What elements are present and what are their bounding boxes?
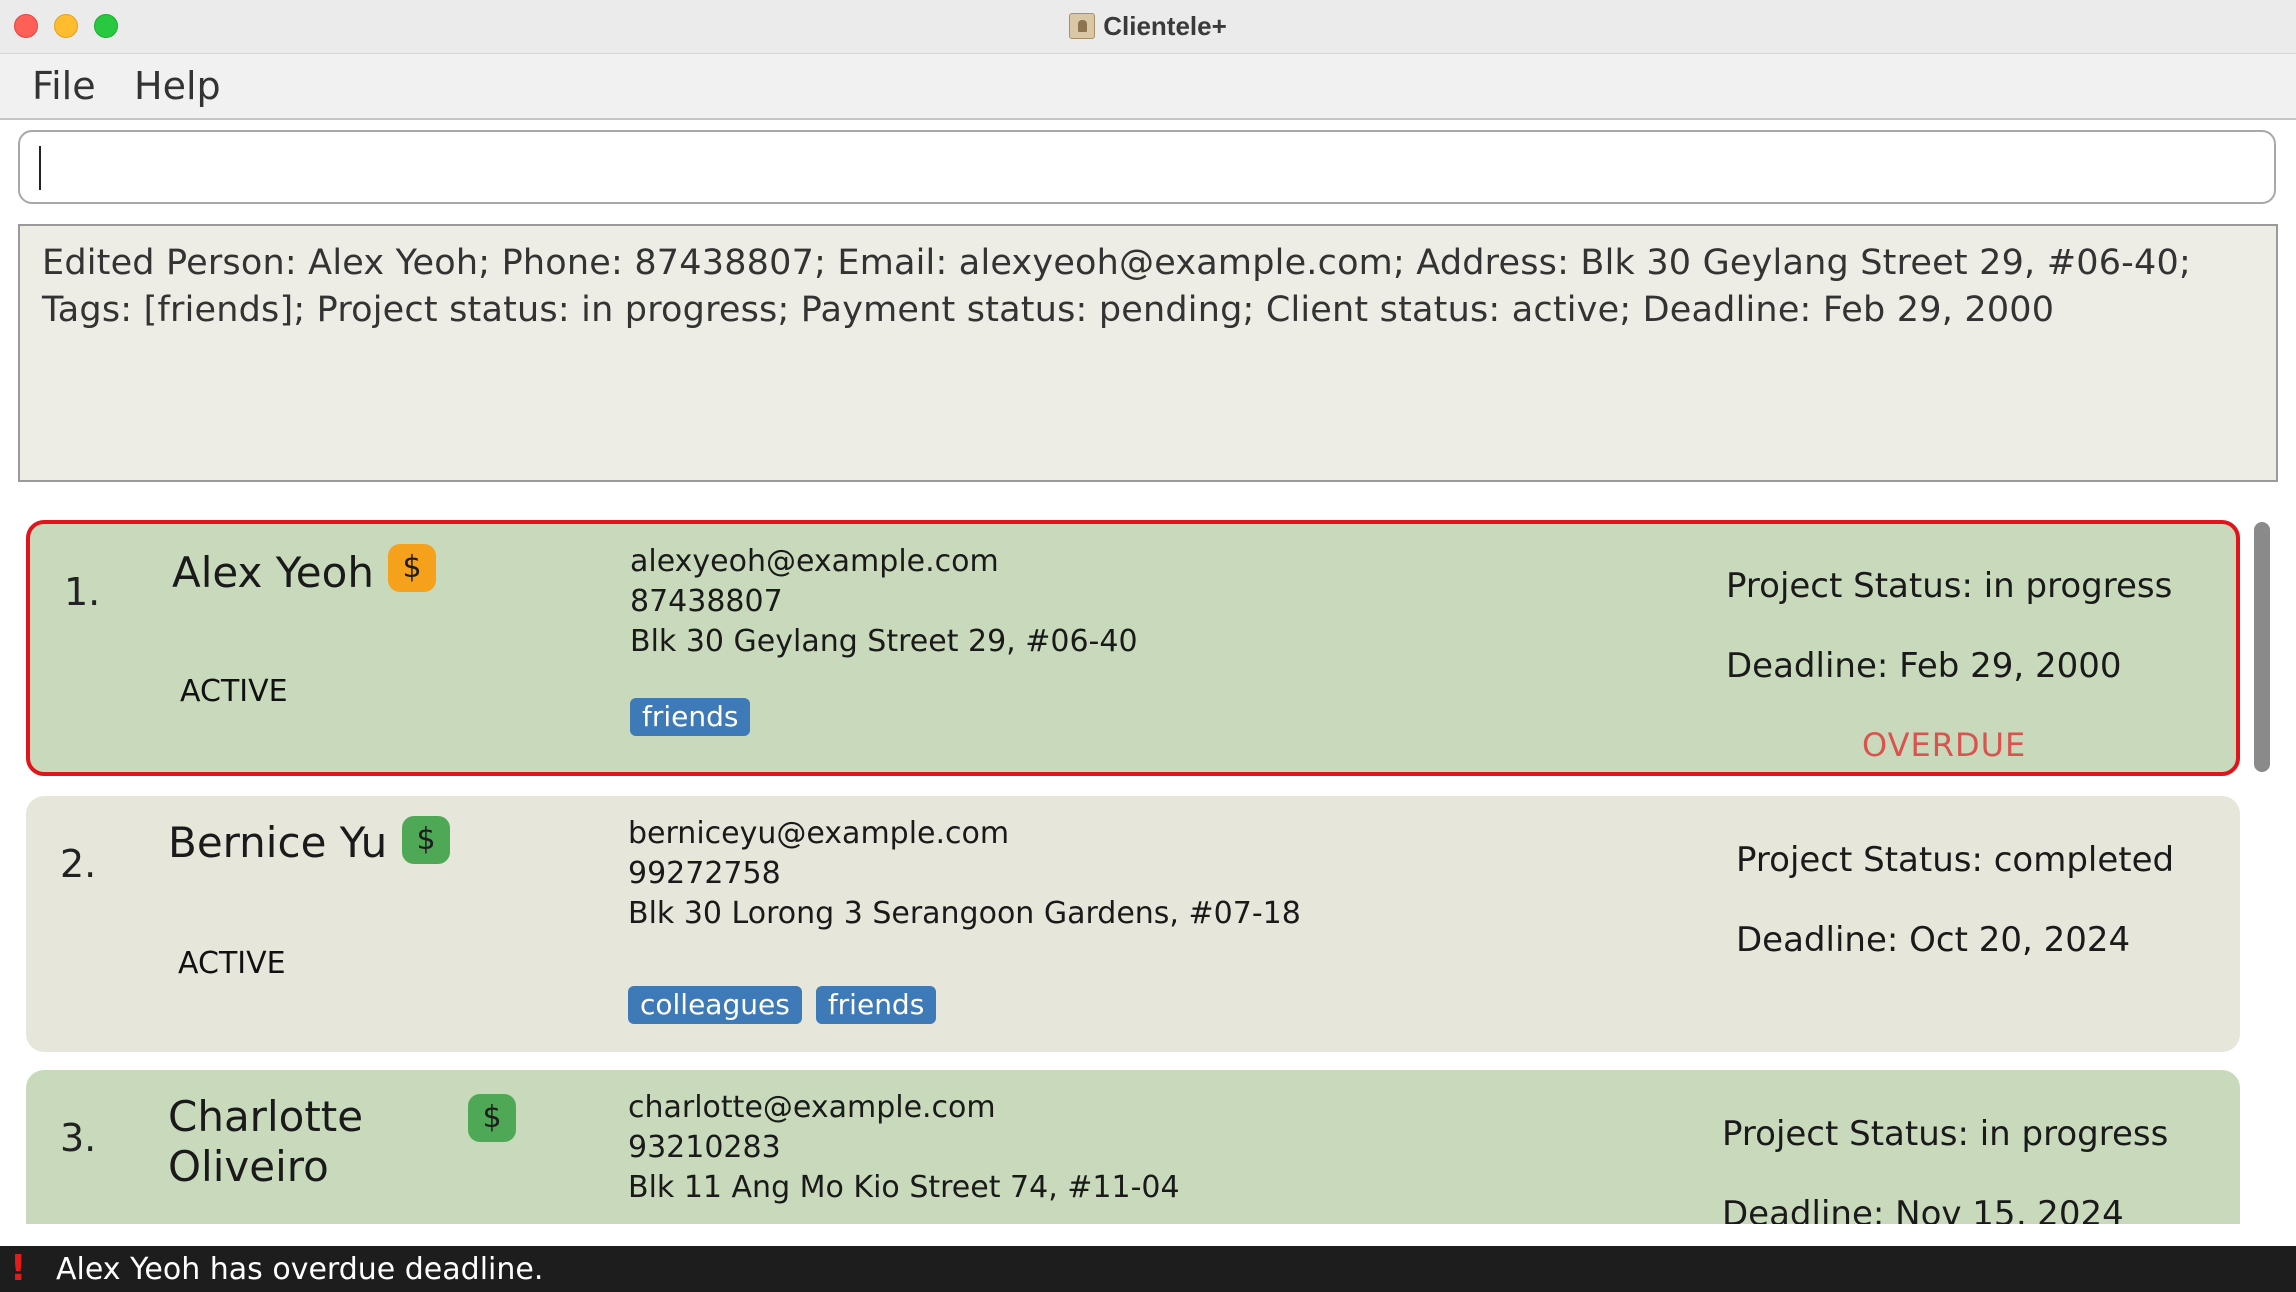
overdue-label: OVERDUE [1862,726,2027,764]
tag: friends [815,986,937,1024]
window-title-text: Clientele+ [1103,11,1227,41]
person-name-line1: Charlotte [168,1092,364,1141]
person-index: 3. [60,1116,97,1160]
person-index: 1. [64,570,101,614]
person-index: 2. [60,842,97,886]
client-status: ACTIVE [180,674,288,709]
app-icon [1069,13,1096,39]
person-name: Alex Yeoh [172,548,374,597]
person-email: charlotte@example.com [628,1090,996,1125]
person-card[interactable]: 3. Charlotte Oliveiro $ charlotte@exampl… [26,1070,2240,1224]
deadline: Deadline: Nov 15, 2024 [1722,1194,2124,1224]
command-input[interactable] [18,130,2276,204]
result-display: Edited Person: Alex Yeoh; Phone: 8743880… [18,224,2278,482]
person-email: berniceyu@example.com [628,816,1010,851]
deadline: Deadline: Oct 20, 2024 [1736,920,2131,960]
deadline: Deadline: Feb 29, 2000 [1726,646,2122,686]
menu-help[interactable]: Help [134,64,221,108]
payment-status-icon: $ [388,544,436,592]
project-status: Project Status: in progress [1722,1114,2169,1154]
tag-list: colleagues friends [628,986,937,1024]
payment-status-icon: $ [402,816,450,864]
person-phone: 93210283 [628,1130,781,1165]
project-status: Project Status: in progress [1726,566,2173,606]
status-message: Alex Yeoh has overdue deadline. [56,1252,544,1287]
tag-list: friends [630,698,751,736]
person-address: Blk 11 Ang Mo Kio Street 74, #11-04 [628,1170,1180,1205]
menu-file[interactable]: File [32,64,96,108]
person-name-line2: Oliveiro [168,1142,329,1191]
person-email: alexyeoh@example.com [630,544,999,579]
person-phone: 99272758 [628,856,781,891]
person-card[interactable]: 1. Alex Yeoh $ ACTIVE alexyeoh@example.c… [26,520,2240,776]
project-status: Project Status: completed [1736,840,2175,880]
text-caret [39,146,41,190]
person-list: 1. Alex Yeoh $ ACTIVE alexyeoh@example.c… [0,510,2296,1224]
status-bar: ! Alex Yeoh has overdue deadline. [0,1246,2296,1292]
person-name: Bernice Yu [168,818,388,867]
warning-icon: ! [10,1248,27,1289]
tag: colleagues [628,986,802,1024]
client-status: ACTIVE [178,946,286,981]
list-scrollbar-thumb[interactable] [2254,522,2270,772]
payment-status-icon: $ [468,1094,516,1142]
title-bar: Clientele+ [0,0,2296,54]
person-card[interactable]: 2. Bernice Yu $ ACTIVE berniceyu@example… [26,796,2240,1052]
result-text: Edited Person: Alex Yeoh; Phone: 8743880… [42,243,2191,330]
menu-bar: File Help [0,54,2296,120]
person-phone: 87438807 [630,584,783,619]
person-address: Blk 30 Geylang Street 29, #06-40 [630,624,1138,659]
tag: friends [630,698,751,736]
person-address: Blk 30 Lorong 3 Serangoon Gardens, #07-1… [628,896,1301,931]
window-title: Clientele+ [0,11,2296,42]
